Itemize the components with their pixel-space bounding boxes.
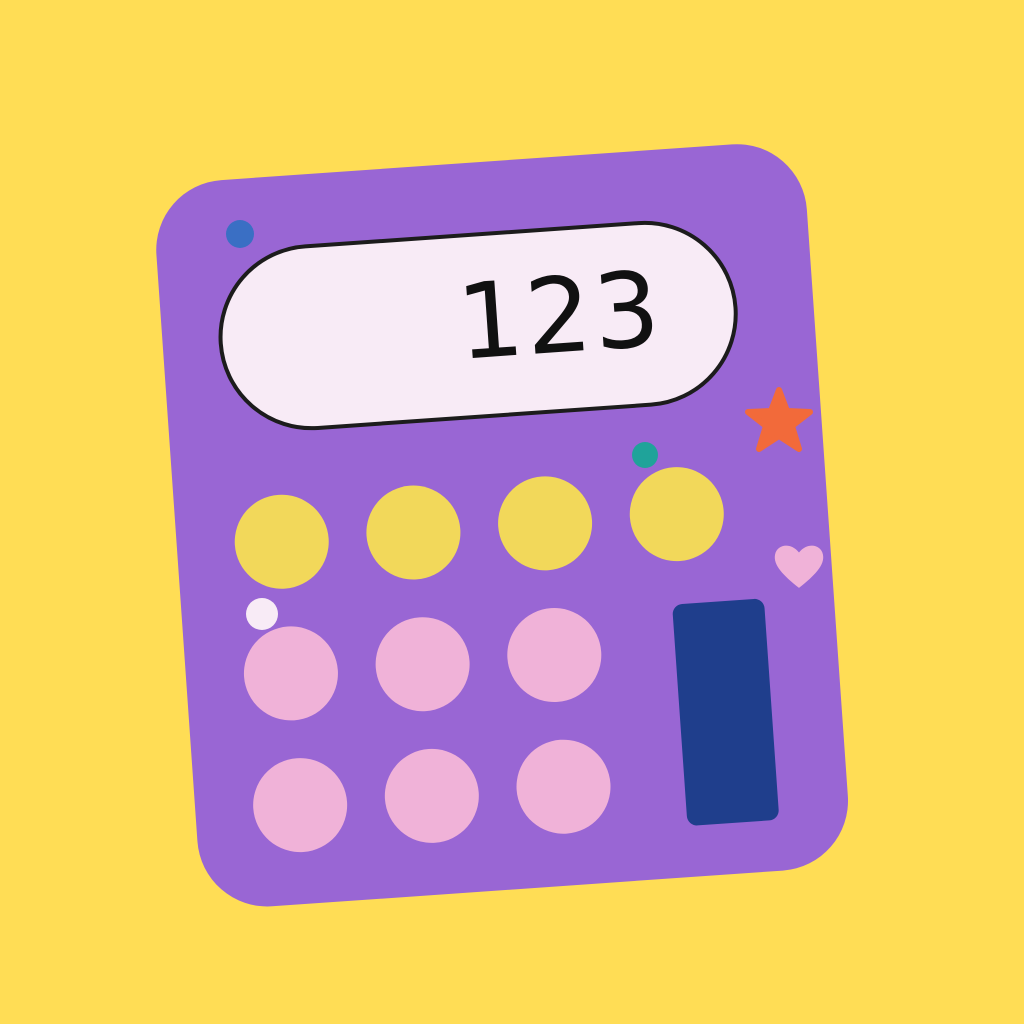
calculator-body: 123 <box>151 139 853 912</box>
top-key-3[interactable] <box>494 473 596 574</box>
top-key-2[interactable] <box>363 482 464 583</box>
calculator-illustration: 123 <box>0 0 1024 1024</box>
number-key-6[interactable] <box>513 736 614 837</box>
star-icon <box>745 387 813 452</box>
top-key-1[interactable] <box>231 491 332 592</box>
enter-key[interactable] <box>672 598 780 827</box>
number-key-3[interactable] <box>504 604 605 706</box>
number-key-2[interactable] <box>372 614 473 715</box>
number-key-5[interactable] <box>381 745 482 847</box>
number-key-4[interactable] <box>249 754 351 856</box>
white-dot <box>246 598 278 630</box>
calculator-display: 123 <box>212 214 744 437</box>
top-key-4[interactable] <box>626 463 727 565</box>
blue-dot <box>226 220 254 248</box>
teal-dot <box>632 442 658 468</box>
display-value: 123 <box>453 247 666 384</box>
number-key-1[interactable] <box>240 623 342 724</box>
heart-icon <box>774 545 824 588</box>
